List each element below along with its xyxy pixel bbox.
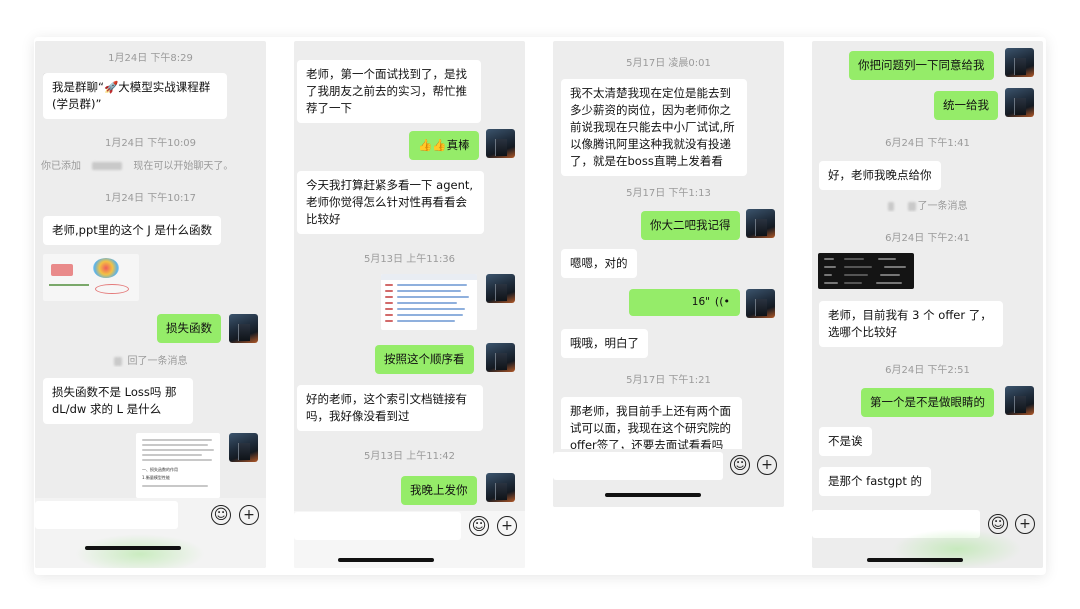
blurred-name	[113, 356, 122, 366]
system-recall-notice: 回了一条消息	[41, 352, 260, 367]
interview-found-message: 老师，第一个面试找到了，是找了我朋友之前去的实习，帮忙推荐了一下	[297, 60, 481, 123]
input-bar: ☺ +	[35, 498, 266, 568]
timestamp: 5月17日 下午1:13	[626, 188, 711, 199]
voice-wave-icon: ((•	[714, 295, 730, 308]
keyboard-glow	[75, 534, 205, 568]
avatar	[486, 129, 515, 158]
doc-heading: 一、损失函数的作用	[142, 467, 178, 472]
message-input[interactable]	[35, 501, 178, 529]
understood-message: 哦哦，明白了	[561, 329, 648, 358]
group-join-message: 我是群聊“🚀大模型实战课程群(学员群)”	[43, 73, 227, 119]
plus-icon[interactable]: +	[1015, 514, 1035, 534]
blurred-name	[92, 162, 123, 170]
doc-item: 1.衡量模型性能	[142, 475, 170, 480]
first-offer-eyes-message: 第一个是不是做眼睛的	[861, 388, 994, 417]
voice-message[interactable]: 16" ((•	[629, 289, 740, 316]
unified-message: 统一给我	[934, 91, 998, 120]
ppt-question-message: 老师,ppt里的这个 J 是什么函数	[43, 216, 221, 245]
junior-year-message: 你大二吧我记得	[641, 211, 740, 240]
plus-icon[interactable]: +	[239, 505, 259, 525]
avatar	[1005, 386, 1034, 415]
plus-icon[interactable]: +	[757, 455, 777, 475]
emoji-icon[interactable]: ☺	[730, 455, 750, 475]
chat-screen-4: 你把问题列一下同意给我 统一给我 6月24日 下午1:41 好，老师我晚点给你 …	[812, 41, 1043, 568]
chat-screen-3: 5月17日 凌晨0:01 我不太清楚我现在定位是能去到多少薪资的岗位，因为老师你…	[553, 41, 784, 507]
timestamp: 1月24日 下午10:17	[104, 193, 197, 204]
later-reply-message: 好，老师我晚点给你	[819, 161, 941, 190]
three-offers-message: 老师，目前我有 3 个 offer 了，选哪个比较好	[819, 301, 1003, 347]
system-recall-text: 了一条消息	[917, 201, 968, 212]
ppt-image-thumbnail[interactable]	[43, 254, 139, 301]
message-input[interactable]	[294, 512, 461, 540]
emoji-icon[interactable]: ☺	[469, 516, 489, 536]
blurred-name	[907, 201, 916, 211]
timestamp: 1月24日 下午8:29	[108, 53, 193, 64]
timestamp: 6月24日 下午2:41	[885, 233, 970, 244]
input-bar: ☺ +	[812, 503, 1043, 568]
voice-duration: 16"	[691, 296, 710, 308]
agent-study-message: 今天我打算赶紧多看一下 agent,老师你觉得怎么针对性再看看会比较好	[297, 171, 484, 234]
avatar	[746, 209, 775, 238]
home-indicator	[605, 493, 701, 497]
fastgpt-message: 是那个 fastgpt 的	[819, 467, 932, 496]
timestamp: 5月13日 上午11:36	[363, 254, 456, 265]
chat-screen-2: 老师，第一个面试找到了，是找了我朋友之前去的实习，帮忙推荐了一下 👍👍真棒 今天…	[294, 41, 525, 568]
system-added-notice: 你已添加 现在可以开始聊天了。	[41, 157, 260, 172]
index-link-message: 好的老师，这个索引文档链接有吗，我好像没看到过	[297, 385, 483, 431]
home-indicator	[85, 546, 181, 550]
index-document-thumbnail[interactable]	[381, 274, 477, 330]
home-indicator	[867, 558, 963, 562]
emoji-icon[interactable]: ☺	[211, 505, 231, 525]
system-added-suffix: 现在可以开始聊天了。	[133, 161, 234, 172]
timestamp: 6月24日 下午2:51	[885, 365, 970, 376]
list-questions-message: 你把问题列一下同意给我	[849, 51, 994, 80]
timestamp: 1月24日 下午10:09	[104, 138, 197, 149]
home-indicator	[338, 558, 434, 562]
input-bar: ☺ +	[553, 449, 784, 507]
loss-function-message: 损失函数	[157, 314, 221, 343]
confirm-message: 嗯嗯，对的	[561, 249, 637, 278]
input-bar: ☺ +	[294, 511, 525, 568]
avatar	[486, 473, 515, 502]
system-added-prefix: 你已添加	[41, 161, 81, 172]
avatar	[486, 343, 515, 372]
avatar	[486, 274, 515, 303]
keyboard-glow	[892, 529, 1022, 568]
system-recall-text: 回了一条消息	[127, 356, 188, 367]
timestamp: 5月13日 上午11:42	[363, 451, 456, 462]
blurred-name	[887, 201, 894, 211]
salary-position-message: 我不太清楚我现在定位是能去到多少薪资的岗位，因为老师你之前说我现在只能去中小厂试…	[561, 79, 747, 176]
chat-screen-1: 1月24日 下午8:29 我是群聊“🚀大模型实战课程群(学员群)” 1月24日 …	[35, 41, 266, 568]
no-message: 不是诶	[819, 427, 872, 456]
timestamp: 5月17日 凌晨0:01	[626, 58, 711, 69]
avatar	[229, 314, 258, 343]
document-image-thumbnail[interactable]: 一、损失函数的作用 1.衡量模型性能	[136, 433, 220, 498]
plus-icon[interactable]: +	[497, 516, 517, 536]
order-message: 按照这个顺序看	[375, 345, 474, 374]
send-tonight-message: 我晚上发你	[401, 476, 477, 505]
timestamp: 6月24日 下午1:41	[885, 138, 970, 149]
system-recall-notice: 了一条消息	[818, 197, 1037, 212]
avatar	[1005, 48, 1034, 77]
offer-list-image-thumbnail[interactable]	[818, 253, 914, 289]
message-input[interactable]	[553, 452, 723, 480]
loss-question-message: 损失函数不是 Loss吗 那 dL/dw 求的 L 是什么	[43, 378, 193, 424]
avatar	[746, 289, 775, 318]
great-message: 👍👍真棒	[409, 131, 479, 160]
avatar	[1005, 88, 1034, 117]
timestamp: 5月17日 下午1:21	[626, 375, 711, 386]
avatar	[229, 433, 258, 462]
